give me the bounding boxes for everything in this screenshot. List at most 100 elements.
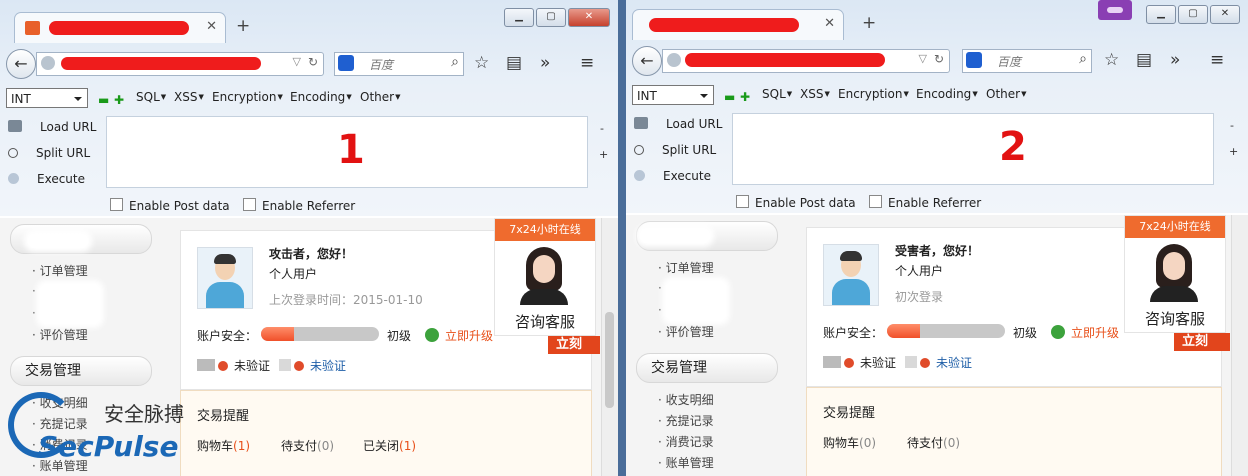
load-url-button[interactable]: Load URL (634, 117, 722, 131)
menu-encoding[interactable]: Encoding▼ (916, 87, 978, 101)
textarea-shrink[interactable]: - (1230, 119, 1234, 132)
address-bar[interactable]: ▽ ↻ (36, 52, 324, 76)
service-now-button[interactable]: 立刻 (1174, 333, 1230, 351)
close-window-icon[interactable]: ✕ (568, 8, 610, 27)
browser-tab[interactable]: ✕ (14, 12, 226, 43)
split-url-button[interactable]: Split URL (8, 146, 90, 160)
sidebar-item-orders[interactable]: · 订单管理 (32, 262, 88, 279)
menu-sql[interactable]: SQL▼ (136, 90, 166, 104)
upgrade-link[interactable]: 立即升级 (425, 327, 493, 344)
reading-list-icon[interactable]: ▤ (1136, 50, 1152, 70)
reload-icon[interactable]: ↻ (308, 55, 318, 69)
customer-service-widget[interactable]: 7x24小时在线 咨询客服 (494, 218, 596, 336)
new-tab-icon[interactable]: + (862, 13, 876, 33)
textarea-shrink[interactable]: - (600, 122, 604, 135)
bookmark-star-icon[interactable]: ☆ (474, 53, 489, 73)
customer-service-widget[interactable]: 7x24小时在线 咨询客服 (1124, 215, 1226, 333)
url-textarea[interactable]: 1 (106, 116, 588, 188)
menu-xss[interactable]: XSS▼ (800, 87, 830, 101)
menu-hamburger-icon[interactable]: ≡ (580, 53, 594, 73)
new-tab-icon[interactable]: + (236, 16, 250, 36)
window-controls: ▁ ▢ ✕ (504, 8, 610, 27)
pending-link[interactable]: 待支付(0) (281, 437, 334, 454)
minimize-icon[interactable]: ▁ (504, 8, 534, 27)
menu-other[interactable]: Other▼ (360, 90, 400, 104)
menu-xss[interactable]: XSS▼ (174, 90, 204, 104)
menu-encryption[interactable]: Encryption▼ (838, 87, 909, 101)
email-verify[interactable]: 未验证 (823, 354, 896, 371)
url-textarea[interactable]: 2 (732, 113, 1214, 185)
minimize-icon[interactable]: ▁ (1146, 5, 1176, 24)
upgrade-link[interactable]: 立即升级 (1051, 324, 1119, 341)
sidebar-item-redacted[interactable]: · (32, 306, 36, 320)
type-select[interactable]: INT (6, 88, 88, 108)
security-label: 账户安全： (197, 329, 258, 343)
tab-close-icon[interactable]: ✕ (206, 19, 217, 34)
scrollbar[interactable] (1231, 215, 1248, 476)
back-arrow-icon[interactable]: ← (6, 49, 36, 79)
scrollbar[interactable] (601, 218, 618, 476)
split-url-button[interactable]: Split URL (634, 143, 716, 157)
enable-post-checkbox[interactable]: Enable Post data (736, 195, 856, 210)
maximize-icon[interactable]: ▢ (1178, 5, 1208, 24)
sidebar-item-redacted[interactable]: · (658, 303, 662, 317)
search-icon[interactable]: ⌕ (451, 54, 459, 70)
sidebar-item-redacted[interactable]: · (32, 284, 36, 298)
address-bar[interactable]: ▽ ↻ (662, 49, 950, 73)
tab-close-icon[interactable]: ✕ (824, 16, 835, 31)
search-box[interactable]: 百度 ⌕ (962, 49, 1092, 73)
menu-sql[interactable]: SQL▼ (762, 87, 792, 101)
greeting: 受害者，您好！ (895, 244, 980, 258)
dropdown-icon[interactable]: ▽ (919, 52, 927, 65)
phone-verify[interactable]: 未验证 (905, 354, 972, 371)
sidebar-item-spending[interactable]: · 消费记录 (658, 433, 714, 450)
overflow-chevron-icon[interactable]: » (1170, 50, 1180, 70)
reload-icon[interactable]: ↻ (934, 52, 944, 66)
sidebar-item-bills[interactable]: · 账单管理 (658, 454, 714, 471)
execute-button[interactable]: Execute (634, 169, 711, 183)
closed-link[interactable]: 已关闭(1) (363, 437, 416, 454)
textarea-grow[interactable]: + (1229, 145, 1238, 158)
type-select[interactable]: INT (632, 85, 714, 105)
close-window-icon[interactable]: ✕ (1210, 5, 1240, 24)
textarea-grow[interactable]: + (599, 148, 608, 161)
sidebar-item-recharge[interactable]: · 充提记录 (658, 412, 714, 429)
cart-link[interactable]: 购物车(0) (823, 434, 876, 451)
sidebar-item-reviews[interactable]: · 评价管理 (658, 323, 714, 340)
back-arrow-icon[interactable]: ← (632, 46, 662, 76)
enable-referrer-checkbox[interactable]: Enable Referrer (243, 198, 355, 213)
sidebar-item-redacted[interactable]: · (658, 281, 662, 295)
overflow-chevron-icon[interactable]: » (540, 53, 550, 73)
increase-icon[interactable]: ✚ (114, 93, 124, 107)
decrease-icon[interactable]: ▬ (98, 93, 109, 107)
pending-link[interactable]: 待支付(0) (907, 434, 960, 451)
sidebar-item-reviews[interactable]: · 评价管理 (32, 326, 88, 343)
menu-other[interactable]: Other▼ (986, 87, 1026, 101)
sidebar-header-trade[interactable]: 交易管理 (10, 356, 152, 386)
increase-icon[interactable]: ✚ (740, 90, 750, 104)
dropdown-icon[interactable]: ▽ (293, 55, 301, 68)
decrease-icon[interactable]: ▬ (724, 90, 735, 104)
search-box[interactable]: 百度 ⌕ (334, 52, 464, 76)
phone-verify[interactable]: 未验证 (279, 357, 346, 374)
baidu-paw-icon[interactable] (966, 52, 982, 68)
baidu-paw-icon[interactable] (338, 55, 354, 71)
search-icon[interactable]: ⌕ (1079, 51, 1087, 67)
menu-hamburger-icon[interactable]: ≡ (1210, 50, 1224, 70)
load-url-button[interactable]: Load URL (8, 120, 96, 134)
sidebar-item-income[interactable]: · 收支明细 (658, 391, 714, 408)
sidebar-header-trade[interactable]: 交易管理 (636, 353, 778, 383)
menu-encryption[interactable]: Encryption▼ (212, 90, 283, 104)
email-verify[interactable]: 未验证 (197, 357, 270, 374)
bookmark-star-icon[interactable]: ☆ (1104, 50, 1119, 70)
sidebar-item-orders[interactable]: · 订单管理 (658, 259, 714, 276)
redaction-smear (28, 234, 88, 248)
enable-referrer-checkbox[interactable]: Enable Referrer (869, 195, 981, 210)
reading-list-icon[interactable]: ▤ (506, 53, 522, 73)
enable-post-checkbox[interactable]: Enable Post data (110, 198, 230, 213)
execute-button[interactable]: Execute (8, 172, 85, 186)
maximize-icon[interactable]: ▢ (536, 8, 566, 27)
service-now-button[interactable]: 立刻 (548, 336, 600, 354)
menu-encoding[interactable]: Encoding▼ (290, 90, 352, 104)
browser-tab[interactable]: ✕ (632, 9, 844, 40)
